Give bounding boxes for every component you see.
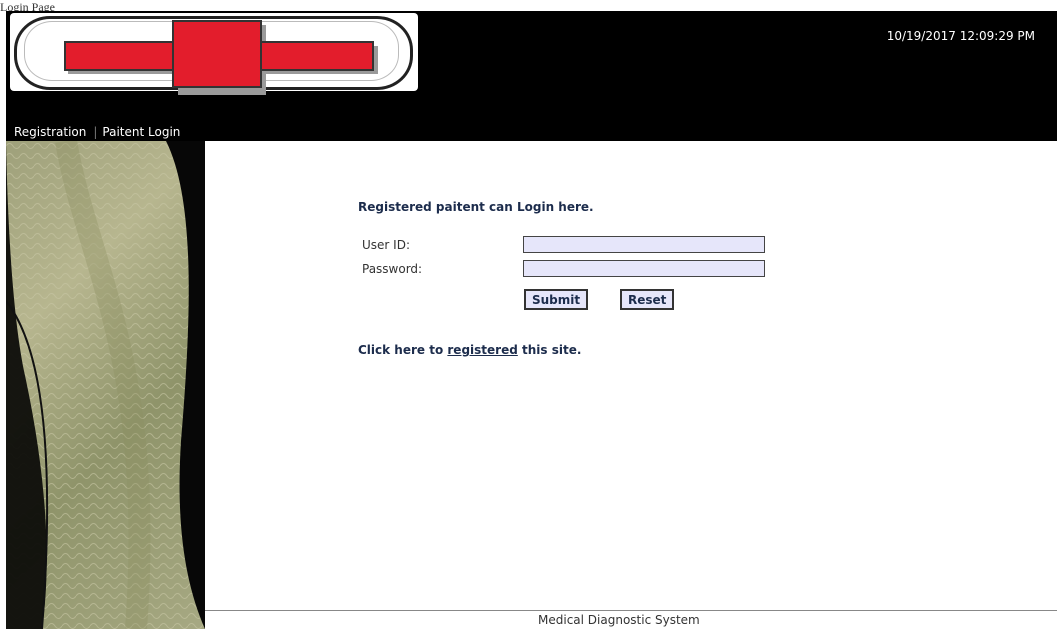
footer-divider [205, 610, 1057, 611]
current-datetime: 10/19/2017 12:09:29 PM [886, 29, 1035, 43]
nav-patient-login-link[interactable]: Paitent Login [102, 125, 180, 139]
register-prompt-after: this site. [517, 343, 582, 357]
register-link[interactable]: registered [447, 343, 517, 357]
submit-button[interactable]: Submit [524, 289, 589, 310]
user-id-input[interactable] [523, 236, 765, 253]
register-prompt: Click here to registered this site. [358, 343, 581, 357]
login-title: Registered paitent can Login here. [358, 200, 594, 214]
medical-cross-logo [10, 13, 418, 95]
footer-text: Medical Diagnostic System [538, 613, 700, 627]
decorative-sidebar [6, 141, 205, 629]
nav-separator: | [93, 125, 98, 139]
user-id-label: User ID: [362, 238, 410, 252]
nav-registration-link[interactable]: Registration [14, 125, 86, 139]
header-banner: 10/19/2017 12:09:29 PM Registration | Pait… [6, 11, 1057, 141]
password-label: Password: [362, 262, 423, 276]
password-input[interactable] [523, 260, 765, 277]
top-nav: Registration | Paitent Login [14, 125, 180, 139]
reset-button[interactable]: Reset [620, 289, 675, 310]
register-prompt-before: Click here to [358, 343, 448, 357]
